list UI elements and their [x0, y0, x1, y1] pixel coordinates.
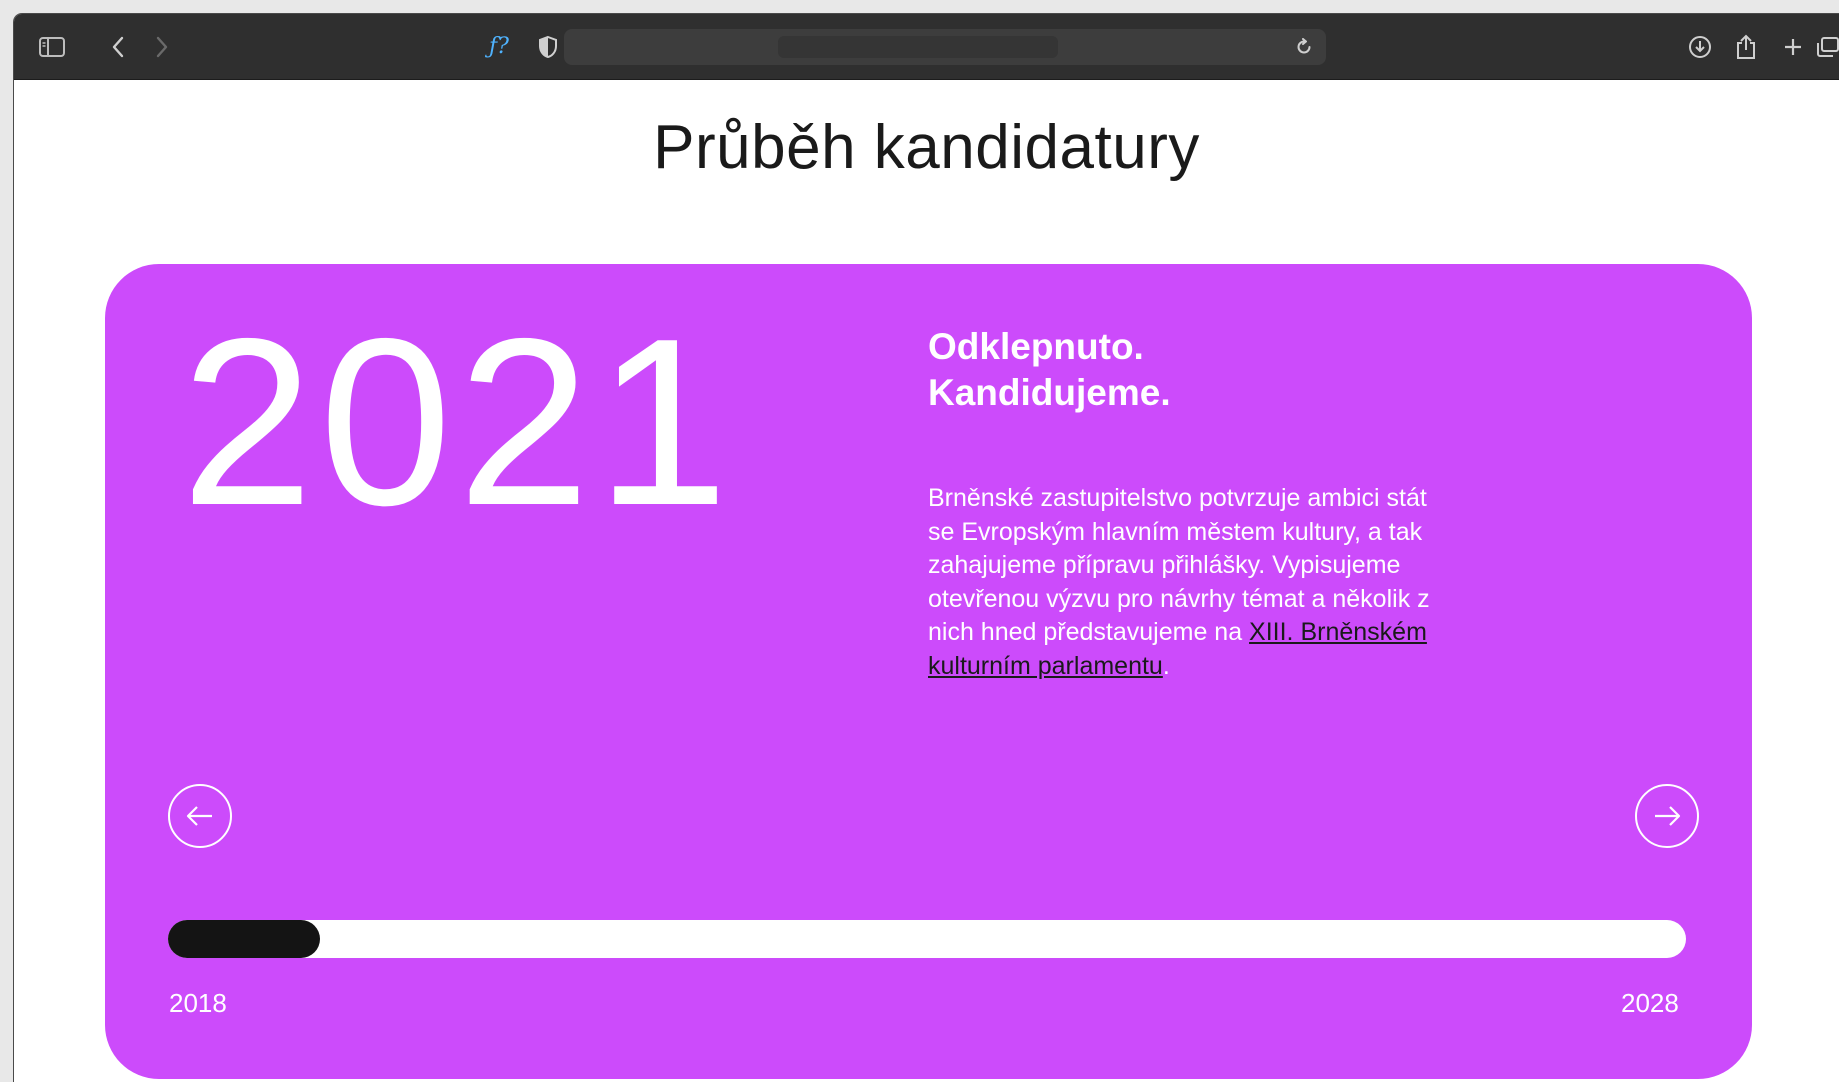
arrow-right-icon: [1655, 806, 1681, 826]
timeline-card: 2021 Odklepnuto. Kandidujeme. Brněnské z…: [105, 264, 1752, 1079]
page-title: Průběh kandidatury: [653, 113, 1200, 182]
previous-year-button[interactable]: [168, 784, 232, 848]
arrow-left-icon: [186, 806, 212, 826]
back-icon[interactable]: [104, 33, 132, 61]
description-end: .: [1162, 651, 1170, 680]
download-icon[interactable]: [1686, 33, 1714, 61]
shield-icon[interactable]: [534, 33, 562, 61]
reload-icon[interactable]: [1292, 35, 1316, 59]
share-icon[interactable]: [1732, 33, 1760, 61]
timeline-year: 2021: [181, 290, 735, 555]
sidebar-icon[interactable]: [38, 33, 66, 61]
address-bar[interactable]: [564, 29, 1326, 65]
tabs-overview-icon[interactable]: [1814, 33, 1839, 61]
timeline-slider-handle[interactable]: [168, 920, 320, 958]
timeline-start-label: 2018: [169, 988, 227, 1018]
browser-window: ƒ? Průběh kandidatury 2021 Odklepnuto. K: [14, 14, 1839, 1082]
url-text[interactable]: [778, 36, 1058, 58]
timeline-end-label: 2028: [1621, 988, 1679, 1018]
timeline-slider[interactable]: [168, 920, 1686, 958]
next-year-button[interactable]: [1635, 784, 1699, 848]
forward-icon[interactable]: [148, 33, 176, 61]
fx-icon[interactable]: ƒ?: [482, 33, 516, 61]
new-tab-icon[interactable]: [1779, 33, 1807, 61]
timeline-description: Brněnské zastupitelstvo potvrzuje ambici…: [928, 482, 1448, 683]
headline-line-1: Odklepnuto.: [928, 326, 1144, 367]
timeline-headline: Odklepnuto. Kandidujeme.: [928, 324, 1171, 416]
browser-toolbar: ƒ?: [14, 14, 1839, 80]
headline-line-2: Kandidujeme.: [928, 372, 1171, 413]
